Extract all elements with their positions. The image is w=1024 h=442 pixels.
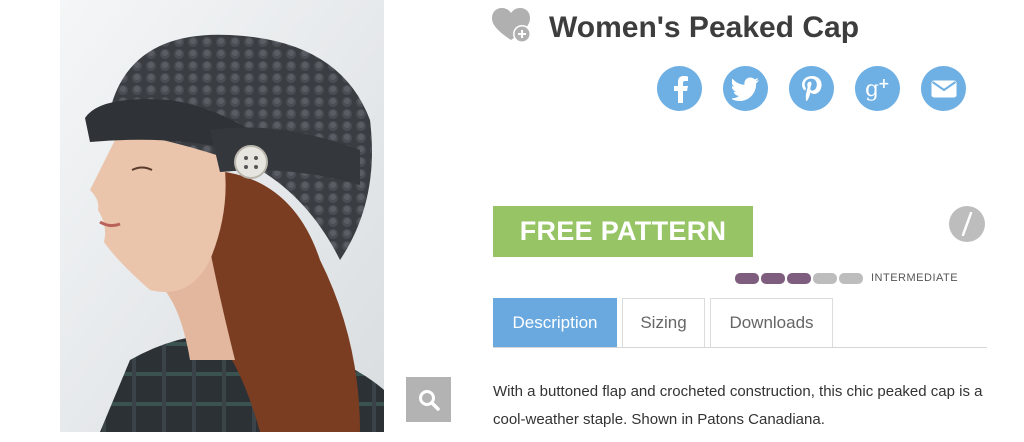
svg-text:+: +	[878, 76, 890, 92]
product-photo	[60, 0, 384, 432]
free-pattern-button[interactable]: FREE PATTERN	[493, 206, 753, 257]
pinterest-icon	[801, 75, 822, 101]
svg-text:g: g	[865, 77, 879, 102]
product-description: With a buttoned flap and crocheted const…	[493, 383, 983, 428]
tab-description[interactable]: Description	[493, 298, 617, 347]
skill-level-segment	[761, 272, 785, 284]
add-to-favorites-button[interactable]	[492, 8, 534, 44]
zoom-magnifier-icon	[418, 389, 440, 411]
info-button[interactable]	[949, 206, 985, 242]
skill-level-segment	[813, 272, 837, 284]
pinterest-share-button[interactable]	[789, 66, 834, 111]
skill-level-segment	[735, 272, 759, 284]
google-plus-share-button[interactable]: g +	[855, 66, 900, 111]
skill-level-label: INTERMEDIATE	[871, 272, 959, 284]
heart-add-icon	[492, 8, 531, 43]
facebook-icon	[673, 75, 688, 103]
email-share-button[interactable]	[921, 66, 966, 111]
twitter-share-button[interactable]	[723, 66, 768, 111]
tab-sizing[interactable]: Sizing	[622, 298, 705, 347]
zoom-button[interactable]	[406, 377, 451, 422]
envelope-icon	[931, 80, 956, 97]
tab-downloads[interactable]: Downloads	[710, 298, 833, 347]
model-wearing-cap-image	[60, 0, 384, 432]
product-title: Women's Peaked Cap	[549, 11, 860, 44]
twitter-icon	[731, 77, 759, 101]
info-icon	[961, 212, 973, 236]
skill-level-segment	[839, 272, 863, 284]
google-plus-icon: g +	[865, 76, 890, 102]
tabs-divider	[493, 347, 987, 348]
skill-level-indicator: INTERMEDIATE	[735, 272, 958, 284]
skill-level-segment	[787, 272, 811, 284]
facebook-share-button[interactable]	[657, 66, 702, 111]
